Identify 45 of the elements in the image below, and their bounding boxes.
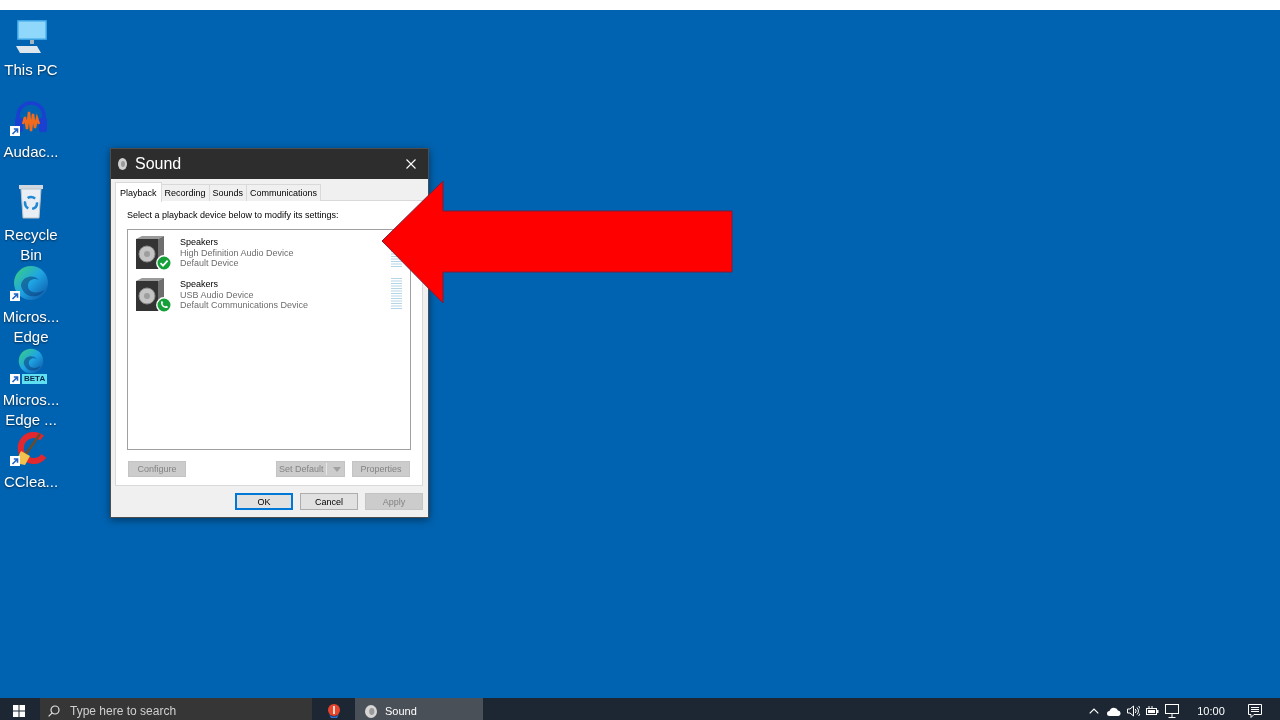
desktop-icon-label[interactable]: Micros... Edge ... [0, 389, 62, 430]
button[interactable]: Cancel [300, 493, 358, 510]
desktop-icon-label[interactable]: CClea... [3, 471, 59, 492]
speaker-icon [118, 158, 127, 170]
desktop-icon-label[interactable]: Audac... [3, 142, 59, 163]
search-icon [48, 705, 60, 717]
windows-logo-icon[interactable] [12, 705, 25, 717]
window-title: Sound [135, 155, 182, 173]
app-icon [327, 704, 341, 718]
tab[interactable]: Playback [115, 182, 162, 202]
tab[interactable]: Communications [246, 184, 322, 201]
desktop-icon-label[interactable]: This PC [4, 60, 58, 80]
chevron-up-icon[interactable] [1089, 708, 1100, 714]
speaker-icon [134, 234, 166, 270]
device-status: Default Communications Device [180, 300, 309, 311]
device-item[interactable]: Speakers High Definition Audio Device Default Device [134, 234, 298, 276]
desktop-icon-label[interactable]: Recycle Bin [0, 224, 62, 265]
battery-icon[interactable] [1146, 706, 1160, 716]
volume-icon[interactable] [1126, 705, 1140, 717]
check-badge-icon [156, 255, 172, 271]
desktop-icon-label[interactable]: Micros... Edge [0, 307, 62, 348]
device-description: USB Audio Device [180, 289, 254, 300]
speaker-icon [365, 704, 377, 718]
button[interactable]: OK [235, 493, 293, 510]
device-status: Default Device [180, 258, 239, 269]
beta-badge: BETA [22, 373, 48, 384]
search-field[interactable]: Type here to search [40, 698, 312, 720]
instruction-text: Select a playback device below to modify its settings: [127, 210, 340, 221]
tab[interactable]: Recording [160, 184, 210, 201]
device-name: Speakers [180, 237, 219, 248]
clock-time[interactable]: 10:00 [1197, 705, 1225, 717]
monitor-icon[interactable] [1165, 704, 1180, 718]
speech-bubble-icon[interactable] [1248, 704, 1262, 718]
caret-icon [332, 466, 341, 472]
speaker-icon [134, 276, 166, 312]
cloud-icon[interactable] [1106, 706, 1121, 716]
phone-badge-icon [156, 297, 172, 313]
close-icon [406, 159, 416, 169]
swirl-icon[interactable] [13, 265, 49, 302]
device-item[interactable]: Speakers USB Audio Device Default Communications Device [134, 276, 313, 318]
device-name: Speakers [180, 279, 219, 290]
level-meter-icon [391, 278, 402, 310]
taskbar-button[interactable]: Sound [355, 698, 483, 720]
device-description: High Definition Audio Device [180, 247, 294, 258]
computer-icon[interactable] [13, 18, 49, 54]
